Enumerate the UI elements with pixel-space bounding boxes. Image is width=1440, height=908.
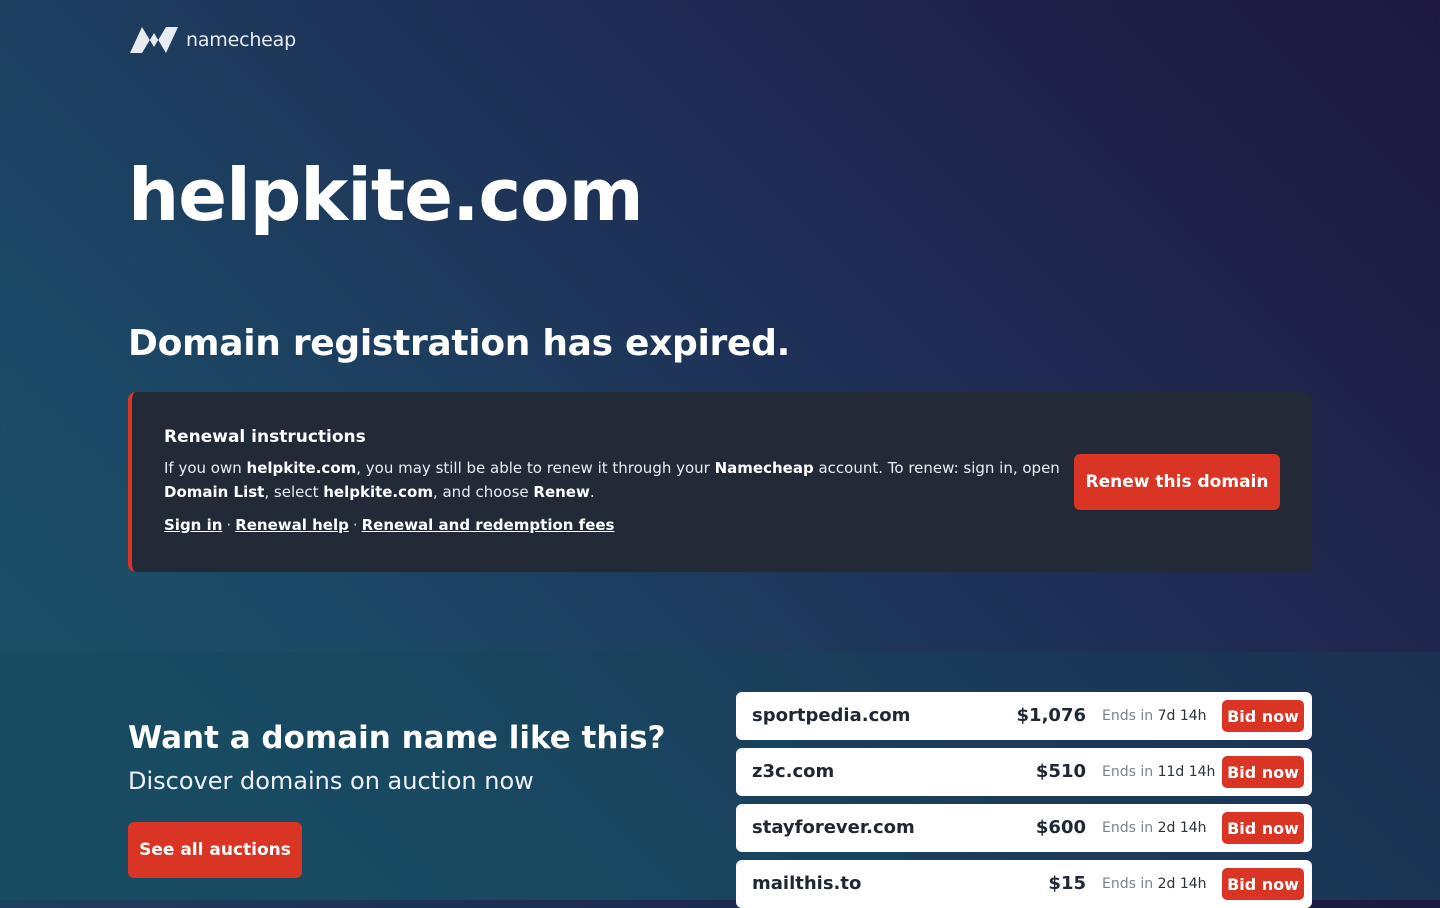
renewal-links: Sign in · Renewal help · Renewal and redempt…	[164, 516, 614, 534]
auction-price: $510	[1035, 761, 1086, 782]
auction-row: sportpedia.com $1,076 Ends in 7d 14h Bid…	[736, 692, 1312, 740]
auction-row: mailthis.to $15 Ends in 2d 14h Bid now	[736, 860, 1312, 908]
see-all-auctions-button[interactable]: See all auctions	[128, 822, 302, 878]
bid-now-button[interactable]: Bid now	[1222, 812, 1304, 844]
domain-title: helpkite.com	[128, 153, 644, 237]
auction-domain-name[interactable]: mailthis.to	[752, 860, 861, 908]
renewal-title: Renewal instructions	[164, 427, 366, 447]
auction-promo-subheading: Discover domains on auction now	[128, 767, 534, 795]
auction-ends: Ends in 2d 14h	[1102, 820, 1207, 836]
bid-now-button[interactable]: Bid now	[1222, 700, 1304, 732]
link-separator: ·	[352, 516, 358, 534]
auction-ends: Ends in 7d 14h	[1102, 708, 1207, 724]
auction-domain-name[interactable]: sportpedia.com	[752, 692, 910, 740]
auction-ends: Ends in 11d 14h	[1102, 764, 1216, 780]
auction-ends: Ends in 2d 14h	[1102, 876, 1207, 892]
auction-price: $15	[1048, 873, 1086, 894]
renew-domain-button[interactable]: Renew this domain	[1074, 454, 1280, 510]
brand-logo[interactable]: namecheap	[128, 25, 296, 55]
auction-promo-section: Want a domain name like this? Discover d…	[0, 652, 1440, 908]
auction-row: stayforever.com $600 Ends in 2d 14h Bid …	[736, 804, 1312, 852]
auction-promo-heading: Want a domain name like this?	[128, 720, 666, 756]
brand-name: namecheap	[186, 29, 296, 51]
auction-domain-name[interactable]: stayforever.com	[752, 804, 915, 852]
namecheap-logo-icon	[130, 27, 178, 53]
sign-in-link[interactable]: Sign in	[164, 516, 222, 534]
renewal-help-link[interactable]: Renewal help	[235, 516, 349, 534]
auction-price: $1,076	[1016, 705, 1086, 726]
expired-heading: Domain registration has expired.	[128, 323, 790, 364]
auction-price: $600	[1035, 817, 1086, 838]
auction-row: z3c.com $510 Ends in 11d 14h Bid now	[736, 748, 1312, 796]
bid-now-button[interactable]: Bid now	[1222, 868, 1304, 900]
renewal-instructions: If you own helpkite.com, you may still b…	[164, 459, 1060, 501]
renewal-fees-link[interactable]: Renewal and redemption fees	[362, 516, 615, 534]
renewal-card: Renewal instructions If you own helpkite…	[128, 392, 1312, 572]
link-separator: ·	[226, 516, 232, 534]
auction-domain-name[interactable]: z3c.com	[752, 748, 834, 796]
bid-now-button[interactable]: Bid now	[1222, 756, 1304, 788]
